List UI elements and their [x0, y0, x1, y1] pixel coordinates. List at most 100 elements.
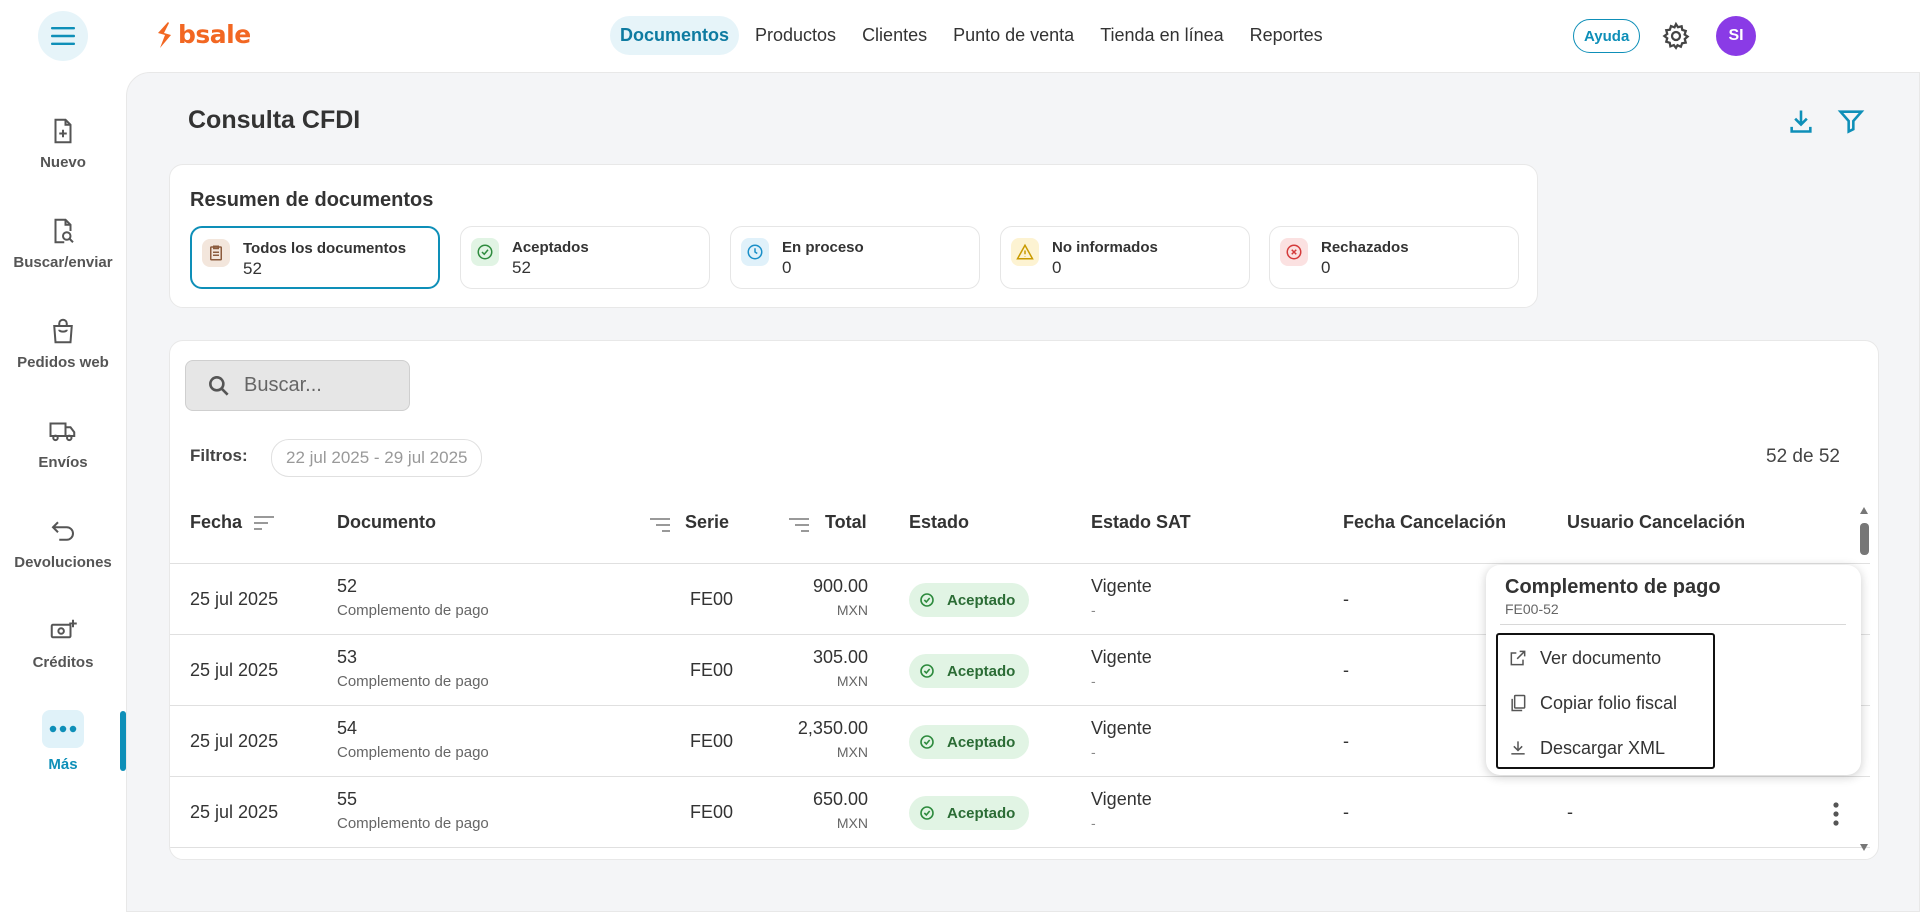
stat-no-informados[interactable]: No informados 0	[1000, 226, 1250, 289]
nav-tienda-en-linea[interactable]: Tienda en línea	[1090, 16, 1233, 55]
column-header-label: Estado	[909, 512, 970, 532]
download-icon[interactable]	[1787, 107, 1815, 135]
stat-icon-box	[202, 239, 230, 267]
check-circle-icon	[920, 593, 934, 607]
nav-productos[interactable]: Productos	[745, 16, 846, 55]
summary-card: Resumen de documentos Todos los document…	[169, 164, 1538, 308]
cell-fecha: 25 jul 2025	[190, 660, 279, 680]
results-count: 52 de 52	[1766, 446, 1840, 467]
sort-icon[interactable]	[648, 516, 672, 534]
sort-icon[interactable]	[252, 514, 276, 532]
sidebar: Nuevo Buscar/enviar Pedidos web Envíos D…	[0, 72, 126, 912]
cell-fecha: 25 jul 2025	[190, 731, 279, 751]
cell-doc-type: Complemento de pago	[337, 602, 489, 619]
cell-fecha-cancelacion: -	[1343, 660, 1349, 680]
check-circle-icon	[920, 664, 934, 678]
cell-fecha: 25 jul 2025	[190, 802, 279, 822]
menu-item-label: Copiar folio fiscal	[1540, 692, 1678, 713]
cell-doc-type: Complemento de pago	[337, 744, 489, 761]
filter-icon[interactable]	[1837, 107, 1865, 135]
scrollbar-thumb[interactable]	[1860, 523, 1869, 555]
top-bar: bsale Documentos Productos Clientes Punt…	[0, 0, 1920, 72]
column-header-label: Total	[825, 512, 867, 532]
menu-item-ver-documento[interactable]: Ver documento	[1498, 637, 1713, 679]
date-filter-chip[interactable]: 22 jul 2025 - 29 jul 2025	[271, 439, 483, 477]
column-header-label: Usuario Cancelación	[1567, 512, 1746, 532]
sidebar-item-label: Pedidos web	[17, 354, 109, 371]
gear-icon[interactable]	[1661, 21, 1691, 51]
sidebar-item-buscar-enviar[interactable]: Buscar/enviar	[0, 216, 126, 271]
column-header-fecha[interactable]: Fecha	[190, 512, 276, 533]
clipboard-icon	[210, 245, 222, 261]
download-icon	[1511, 741, 1525, 755]
more-vertical-icon[interactable]	[1826, 801, 1846, 827]
sort-icon[interactable]	[787, 516, 811, 534]
stat-en-proceso[interactable]: En proceso 0	[730, 226, 980, 289]
cell-serie: FE00	[690, 802, 734, 822]
row-actions-popup: Complemento de pago FE00-52 Ver document…	[1486, 565, 1861, 775]
main-panel: Consulta CFDI Resumen de documentos Todo…	[126, 72, 1920, 912]
cell-serie: FE00	[690, 660, 734, 680]
status-badge-label: Aceptado	[947, 733, 1016, 751]
sidebar-item-label: Buscar/enviar	[13, 254, 113, 271]
stat-todos[interactable]: Todos los documentos 52	[190, 226, 440, 289]
sidebar-item-mas[interactable]: Más	[0, 710, 126, 773]
cell-fecha: 25 jul 2025	[190, 589, 279, 609]
cell-estado-sat: Vigente	[1091, 576, 1152, 596]
nav-documentos[interactable]: Documentos	[610, 16, 740, 55]
cell-estado-sat: Vigente	[1091, 718, 1152, 738]
menu-item-label: Ver documento	[1540, 647, 1662, 668]
column-header-label: Documento	[337, 512, 436, 532]
stat-rechazados[interactable]: Rechazados 0	[1269, 226, 1519, 289]
sidebar-item-nuevo[interactable]: Nuevo	[0, 116, 126, 171]
column-header-serie[interactable]: Serie	[685, 512, 729, 533]
stat-aceptados[interactable]: Aceptados 52	[460, 226, 710, 289]
column-header-fecha-cancelacion[interactable]: Fecha Cancelación	[1343, 512, 1506, 533]
status-badge: Aceptado	[909, 725, 1030, 759]
column-header-total[interactable]: Total	[825, 512, 867, 533]
column-header-documento[interactable]: Documento	[337, 512, 436, 533]
logo[interactable]: bsale	[154, 20, 251, 49]
status-badge-label: Aceptado	[947, 662, 1016, 680]
search-icon	[209, 375, 229, 396]
nav-clientes[interactable]: Clientes	[852, 16, 937, 55]
cell-currency: MXN	[836, 815, 868, 831]
help-button[interactable]: Ayuda	[1573, 19, 1641, 53]
warning-icon	[1016, 243, 1034, 260]
clock-icon	[747, 244, 763, 260]
menu-button[interactable]	[38, 11, 88, 61]
cell-usuario-cancelacion: -	[1567, 802, 1573, 822]
more-dots-icon	[49, 725, 77, 733]
menu-item-descargar-xml[interactable]: Descargar XML	[1498, 727, 1713, 769]
menu-item-copiar-folio-fiscal[interactable]: Copiar folio fiscal	[1498, 682, 1713, 724]
search-box[interactable]	[185, 360, 410, 411]
summary-title: Resumen de documentos	[190, 189, 434, 211]
table-row[interactable]: 25 jul 2025 55 Complemento de pago FE00 …	[170, 777, 1870, 848]
search-input[interactable]	[244, 374, 394, 397]
stat-value: 0	[782, 258, 792, 277]
popup-subtitle: FE00-52	[1505, 601, 1559, 617]
status-badge: Aceptado	[909, 654, 1030, 688]
column-header-label: Serie	[685, 512, 730, 532]
popup-menu-list: Ver documento Copiar folio fiscal Descar…	[1496, 633, 1715, 769]
sidebar-item-creditos[interactable]: Créditos	[0, 616, 126, 671]
sidebar-item-pedidos-web[interactable]: Pedidos web	[0, 316, 126, 371]
sidebar-item-label: Más	[48, 756, 78, 773]
cell-estado-sat-sub: -	[1091, 744, 1096, 760]
stat-value: 52	[243, 259, 262, 278]
stat-value: 52	[512, 258, 531, 277]
sidebar-item-label: Devoluciones	[14, 554, 112, 571]
column-header-usuario-cancelacion[interactable]: Usuario Cancelación	[1567, 512, 1745, 533]
cell-total: 2,350.00	[797, 718, 868, 738]
stat-label: Rechazados	[1321, 239, 1409, 256]
sidebar-item-envios[interactable]: Envíos	[0, 416, 126, 471]
sidebar-item-devoluciones[interactable]: Devoluciones	[0, 516, 126, 571]
cell-doc-number: 54	[337, 718, 358, 738]
nav-reportes[interactable]: Reportes	[1240, 16, 1333, 55]
column-header-estado[interactable]: Estado	[909, 512, 969, 533]
column-header-estado-sat[interactable]: Estado SAT	[1091, 512, 1191, 533]
user-avatar[interactable]: SI	[1716, 16, 1756, 56]
nav-punto-de-venta[interactable]: Punto de venta	[943, 16, 1084, 55]
truck-icon	[49, 422, 76, 442]
cell-doc-number: 52	[337, 576, 358, 596]
